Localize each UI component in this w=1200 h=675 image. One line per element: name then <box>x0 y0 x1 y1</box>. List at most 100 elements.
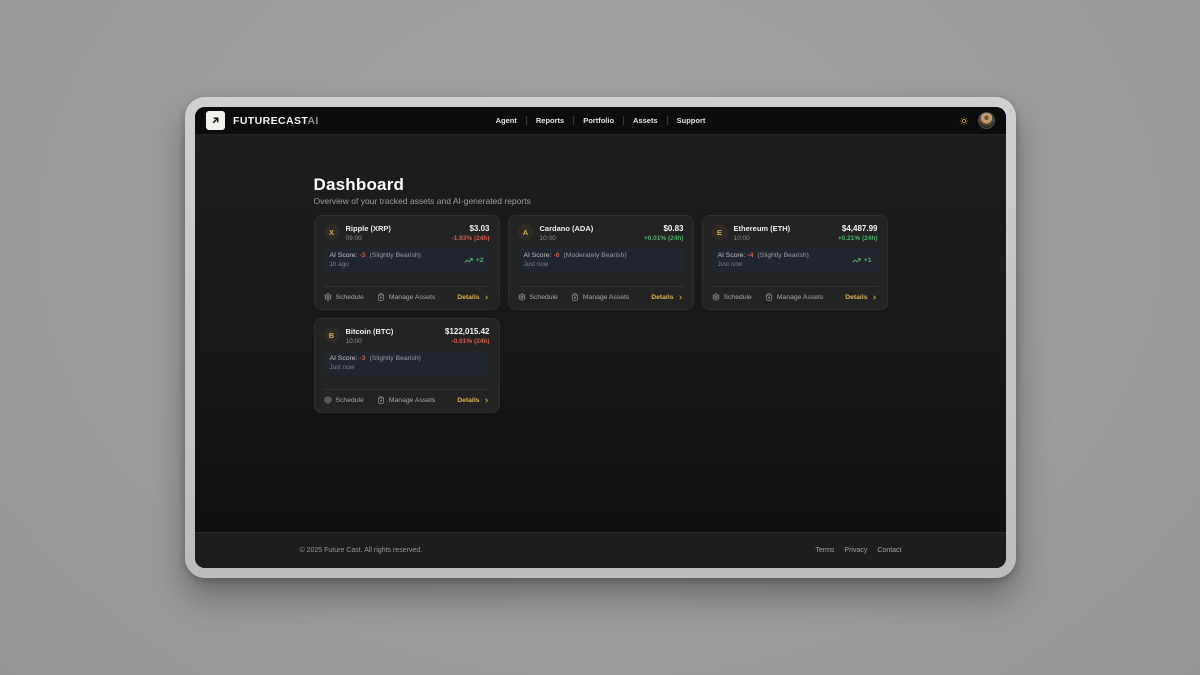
asset-change: +0.01% (24h) <box>644 235 684 242</box>
header-actions <box>959 112 995 129</box>
brand: FUTURECASTAI <box>206 111 319 130</box>
details-button[interactable]: Details <box>457 397 489 404</box>
trash-icon <box>377 293 385 301</box>
brand-logo[interactable] <box>206 111 225 130</box>
ai-score-label: AI Score: <box>718 252 746 259</box>
manage-assets-button[interactable]: Manage Assets <box>571 293 629 301</box>
ai-trend-badge: +2 <box>464 256 484 265</box>
asset-card-actions: Schedule Manage Assets Details <box>712 286 878 301</box>
asset-name-block: Cardano (ADA) 10:00 <box>540 224 594 242</box>
copyright-text: © 2025 Future Cast. All rights reserved. <box>300 547 423 554</box>
chevron-right-icon <box>677 294 684 301</box>
app-window: FUTURECASTAI Agent Reports Portfolio Ass… <box>185 97 1016 578</box>
nav-item-support[interactable]: Support <box>668 116 715 125</box>
app-surface: FUTURECASTAI Agent Reports Portfolio Ass… <box>195 107 1006 568</box>
footer-link-terms[interactable]: Terms <box>815 547 834 554</box>
asset-card-header: B Bitcoin (BTC) 10:00 $122,015.42 -0.01%… <box>324 327 490 345</box>
asset-name-block: Ripple (XRP) 09:00 <box>346 224 391 242</box>
asset-change: +0.21% (24h) <box>838 235 878 242</box>
details-button[interactable]: Details <box>651 294 683 301</box>
nav-item-portfolio[interactable]: Portfolio <box>574 116 623 125</box>
user-avatar[interactable] <box>978 112 995 129</box>
asset-name-block: Ethereum (ETH) 10:00 <box>734 224 791 242</box>
footer-link-contact[interactable]: Contact <box>877 547 901 554</box>
asset-name: Cardano (ADA) <box>540 224 594 233</box>
footer-links: Terms Privacy Contact <box>815 547 901 554</box>
sun-icon <box>959 116 969 126</box>
ai-trend-value: +1 <box>864 257 872 264</box>
ai-score-info: AI Score:-3(Slightly Bearish) Just now <box>330 355 421 371</box>
gear-icon <box>324 396 332 404</box>
schedule-button[interactable]: Schedule <box>324 293 364 301</box>
brand-name: FUTURECASTAI <box>233 115 319 127</box>
details-button[interactable]: Details <box>845 294 877 301</box>
app-footer: © 2025 Future Cast. All rights reserved.… <box>195 532 1006 568</box>
asset-change: -1.93% (24h) <box>452 235 490 242</box>
chevron-right-icon <box>483 294 490 301</box>
trending-up-icon <box>852 256 861 265</box>
manage-assets-button[interactable]: Manage Assets <box>765 293 823 301</box>
asset-card-header: X Ripple (XRP) 09:00 $3.03 -1.93% (24h) <box>324 224 490 242</box>
trash-icon <box>377 396 385 404</box>
gear-icon <box>324 293 332 301</box>
asset-initial-badge: X <box>324 224 340 240</box>
manage-assets-label: Manage Assets <box>777 294 823 301</box>
schedule-button[interactable]: Schedule <box>518 293 558 301</box>
arrow-up-right-icon <box>210 115 221 126</box>
asset-price-block: $4,487.99 +0.21% (24h) <box>838 224 878 242</box>
manage-assets-label: Manage Assets <box>583 294 629 301</box>
ai-score-label: AI Score: <box>524 252 552 259</box>
gear-icon <box>712 293 720 301</box>
schedule-button[interactable]: Schedule <box>712 293 752 301</box>
nav-item-agent[interactable]: Agent <box>487 116 526 125</box>
asset-price: $0.83 <box>644 224 684 233</box>
ai-score-value: -4 <box>747 252 753 259</box>
manage-assets-button[interactable]: Manage Assets <box>377 396 435 404</box>
theme-toggle-button[interactable] <box>959 116 969 126</box>
schedule-button[interactable]: Schedule <box>324 396 364 404</box>
asset-name: Bitcoin (BTC) <box>346 327 394 336</box>
asset-card-actions: Schedule Manage Assets Details <box>518 286 684 301</box>
asset-price: $4,487.99 <box>838 224 878 233</box>
ai-score-label: AI Score: <box>330 252 358 259</box>
schedule-label: Schedule <box>336 294 364 301</box>
asset-cards-grid: X Ripple (XRP) 09:00 $3.03 -1.93% (24h) … <box>314 215 888 413</box>
ai-score-value: -6 <box>553 252 559 259</box>
ai-sentiment: (Slightly Bearish) <box>370 252 421 259</box>
manage-assets-label: Manage Assets <box>389 397 435 404</box>
ai-score-panel: AI Score:-4(Slightly Bearish) Just now +… <box>712 248 878 272</box>
ai-score-info: AI Score:-6(Moderately Bearish) Just now <box>524 252 627 268</box>
asset-time: 10:00 <box>346 338 394 345</box>
asset-card: B Bitcoin (BTC) 10:00 $122,015.42 -0.01%… <box>314 318 500 413</box>
schedule-label: Schedule <box>724 294 752 301</box>
main-content: Dashboard Overview of your tracked asset… <box>195 135 1006 532</box>
asset-initial-badge: A <box>518 224 534 240</box>
page-subtitle: Overview of your tracked assets and AI-g… <box>314 196 888 206</box>
ai-updated-time: Just now <box>718 261 809 268</box>
ai-score-info: AI Score:-3(Slightly Bearish) 1h ago <box>330 252 421 268</box>
ai-trend-badge: +1 <box>852 256 872 265</box>
manage-assets-button[interactable]: Manage Assets <box>377 293 435 301</box>
asset-card: X Ripple (XRP) 09:00 $3.03 -1.93% (24h) … <box>314 215 500 310</box>
ai-trend-value: +2 <box>476 257 484 264</box>
chevron-right-icon <box>871 294 878 301</box>
asset-card: E Ethereum (ETH) 10:00 $4,487.99 +0.21% … <box>702 215 888 310</box>
ai-sentiment: (Slightly Bearish) <box>370 355 421 362</box>
details-label: Details <box>845 294 867 301</box>
asset-card: A Cardano (ADA) 10:00 $0.83 +0.01% (24h)… <box>508 215 694 310</box>
brand-name-accent: AI <box>307 115 318 127</box>
asset-price-block: $122,015.42 -0.01% (24h) <box>445 327 490 345</box>
nav-item-reports[interactable]: Reports <box>527 116 573 125</box>
footer-link-privacy[interactable]: Privacy <box>844 547 867 554</box>
asset-name: Ripple (XRP) <box>346 224 391 233</box>
details-button[interactable]: Details <box>457 294 489 301</box>
asset-price: $3.03 <box>452 224 490 233</box>
manage-assets-label: Manage Assets <box>389 294 435 301</box>
asset-price-block: $3.03 -1.93% (24h) <box>452 224 490 242</box>
nav-item-assets[interactable]: Assets <box>624 116 667 125</box>
details-label: Details <box>457 294 479 301</box>
asset-time: 09:00 <box>346 235 391 242</box>
asset-name: Ethereum (ETH) <box>734 224 791 233</box>
ai-score-panel: AI Score:-3(Slightly Bearish) 1h ago +2 <box>324 248 490 272</box>
ai-score-panel: AI Score:-3(Slightly Bearish) Just now <box>324 351 490 375</box>
